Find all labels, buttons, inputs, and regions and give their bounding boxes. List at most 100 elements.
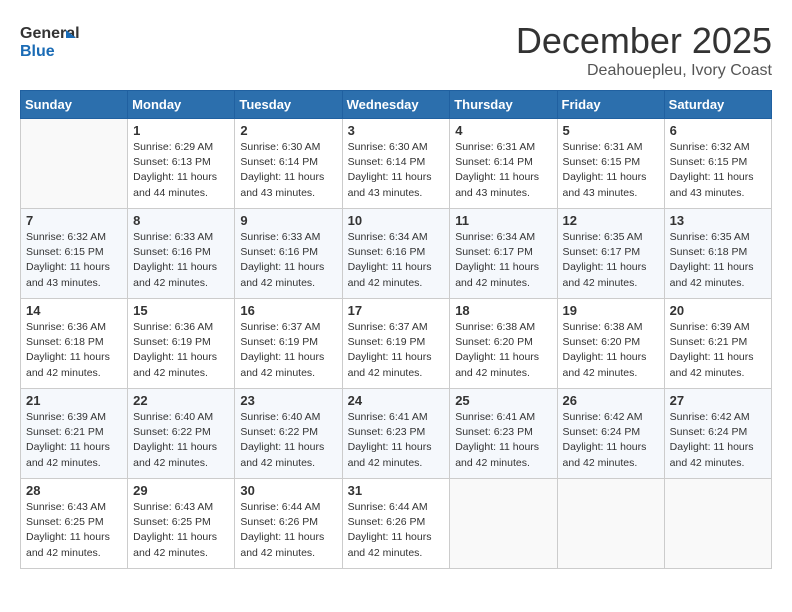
weekday-header-monday: Monday <box>128 91 235 119</box>
day-detail: Sunrise: 6:41 AMSunset: 6:23 PMDaylight:… <box>348 410 445 471</box>
calendar-cell: 12 Sunrise: 6:35 AMSunset: 6:17 PMDayligh… <box>557 209 664 299</box>
weekday-header-saturday: Saturday <box>664 91 771 119</box>
calendar-week-1: 1Sunrise: 6:29 AMSunset: 6:13 PMDaylight… <box>21 119 772 209</box>
calendar-table: SundayMondayTuesdayWednesdayThursdayFrid… <box>20 90 772 569</box>
day-number: 9 <box>240 213 336 228</box>
day-detail: Sunrise: 6:33 AMSunset: 6:16 PMDaylight:… <box>133 230 229 291</box>
calendar-cell: 30Sunrise: 6:44 AMSunset: 6:26 PMDayligh… <box>235 479 342 569</box>
day-number: 17 <box>348 303 445 318</box>
day-detail: Sunrise: 6:30 AMSunset: 6:14 PMDaylight:… <box>240 140 336 201</box>
weekday-header-tuesday: Tuesday <box>235 91 342 119</box>
day-number: 11 <box>455 213 551 228</box>
day-number: 27 <box>670 393 766 408</box>
calendar-cell: 22 Sunrise: 6:40 AMSunset: 6:22 PMDayligh… <box>128 389 235 479</box>
day-number: 5 <box>563 123 659 138</box>
calendar-cell: 20 Sunrise: 6:39 AMSunset: 6:21 PMDayligh… <box>664 299 771 389</box>
day-detail: Sunrise: 6:38 AMSunset: 6:20 PMDaylight:… <box>563 320 659 381</box>
day-detail: Sunrise: 6:37 AMSunset: 6:19 PMDaylight:… <box>240 320 336 381</box>
day-detail: Sunrise: 6:35 AMSunset: 6:18 PMDaylight:… <box>670 230 766 291</box>
calendar-cell: 8 Sunrise: 6:33 AMSunset: 6:16 PMDaylight… <box>128 209 235 299</box>
calendar-cell: 19 Sunrise: 6:38 AMSunset: 6:20 PMDayligh… <box>557 299 664 389</box>
calendar-cell: 13Sunrise: 6:35 AMSunset: 6:18 PMDayligh… <box>664 209 771 299</box>
day-detail: Sunrise: 6:39 AMSunset: 6:21 PMDaylight:… <box>670 320 766 381</box>
calendar-cell: 31 Sunrise: 6:44 AMSunset: 6:26 PMDayligh… <box>342 479 450 569</box>
logo-svg: GeneralBlue <box>20 20 80 65</box>
day-detail: Sunrise: 6:36 AMSunset: 6:18 PMDaylight:… <box>26 320 122 381</box>
day-number: 22 <box>133 393 229 408</box>
calendar-cell: 27 Sunrise: 6:42 AMSunset: 6:24 PMDayligh… <box>664 389 771 479</box>
day-detail: Sunrise: 6:39 AMSunset: 6:21 PMDaylight:… <box>26 410 122 471</box>
month-title: December 2025 <box>516 20 772 62</box>
calendar-cell: 29Sunrise: 6:43 AMSunset: 6:25 PMDayligh… <box>128 479 235 569</box>
calendar-cell <box>664 479 771 569</box>
calendar-cell <box>450 479 557 569</box>
svg-text:General: General <box>20 25 80 42</box>
weekday-header-thursday: Thursday <box>450 91 557 119</box>
svg-text:Blue: Blue <box>20 43 55 60</box>
calendar-cell: 9 Sunrise: 6:33 AMSunset: 6:16 PMDaylight… <box>235 209 342 299</box>
page-header: GeneralBlue December 2025 Deahouepleu, I… <box>20 20 772 80</box>
calendar-cell: 23Sunrise: 6:40 AMSunset: 6:22 PMDayligh… <box>235 389 342 479</box>
weekday-header-wednesday: Wednesday <box>342 91 450 119</box>
calendar-week-2: 7Sunrise: 6:32 AMSunset: 6:15 PMDaylight… <box>21 209 772 299</box>
day-detail: Sunrise: 6:44 AMSunset: 6:26 PMDaylight:… <box>240 500 336 561</box>
calendar-cell: 6 Sunrise: 6:32 AMSunset: 6:15 PMDaylight… <box>664 119 771 209</box>
day-number: 31 <box>348 483 445 498</box>
day-number: 19 <box>563 303 659 318</box>
day-number: 3 <box>348 123 445 138</box>
calendar-cell: 25 Sunrise: 6:41 AMSunset: 6:23 PMDayligh… <box>450 389 557 479</box>
calendar-cell: 4Sunrise: 6:31 AMSunset: 6:14 PMDaylight… <box>450 119 557 209</box>
day-number: 2 <box>240 123 336 138</box>
calendar-cell: 3 Sunrise: 6:30 AMSunset: 6:14 PMDaylight… <box>342 119 450 209</box>
calendar-cell: 18 Sunrise: 6:38 AMSunset: 6:20 PMDayligh… <box>450 299 557 389</box>
day-detail: Sunrise: 6:34 AMSunset: 6:17 PMDaylight:… <box>455 230 551 291</box>
day-number: 8 <box>133 213 229 228</box>
day-number: 20 <box>670 303 766 318</box>
day-number: 14 <box>26 303 122 318</box>
day-detail: Sunrise: 6:34 AMSunset: 6:16 PMDaylight:… <box>348 230 445 291</box>
day-number: 10 <box>348 213 445 228</box>
day-detail: Sunrise: 6:33 AMSunset: 6:16 PMDaylight:… <box>240 230 336 291</box>
day-detail: Sunrise: 6:31 AMSunset: 6:15 PMDaylight:… <box>563 140 659 201</box>
calendar-cell: 2 Sunrise: 6:30 AMSunset: 6:14 PMDaylight… <box>235 119 342 209</box>
day-number: 26 <box>563 393 659 408</box>
day-number: 21 <box>26 393 122 408</box>
calendar-cell: 15Sunrise: 6:36 AMSunset: 6:19 PMDayligh… <box>128 299 235 389</box>
calendar-cell: 1Sunrise: 6:29 AMSunset: 6:13 PMDaylight… <box>128 119 235 209</box>
day-number: 18 <box>455 303 551 318</box>
day-detail: Sunrise: 6:35 AMSunset: 6:17 PMDaylight:… <box>563 230 659 291</box>
calendar-cell: 28Sunrise: 6:43 AMSunset: 6:25 PMDayligh… <box>21 479 128 569</box>
logo: GeneralBlue <box>20 20 80 65</box>
day-number: 12 <box>563 213 659 228</box>
day-number: 23 <box>240 393 336 408</box>
weekday-header-sunday: Sunday <box>21 91 128 119</box>
calendar-cell: 10 Sunrise: 6:34 AMSunset: 6:16 PMDayligh… <box>342 209 450 299</box>
calendar-week-4: 21 Sunrise: 6:39 AMSunset: 6:21 PMDayligh… <box>21 389 772 479</box>
location: Deahouepleu, Ivory Coast <box>516 62 772 80</box>
calendar-cell: 21 Sunrise: 6:39 AMSunset: 6:21 PMDayligh… <box>21 389 128 479</box>
day-number: 24 <box>348 393 445 408</box>
day-detail: Sunrise: 6:29 AMSunset: 6:13 PMDaylight:… <box>133 140 229 201</box>
day-detail: Sunrise: 6:40 AMSunset: 6:22 PMDaylight:… <box>133 410 229 471</box>
day-number: 7 <box>26 213 122 228</box>
day-number: 16 <box>240 303 336 318</box>
calendar-week-3: 14 Sunrise: 6:36 AMSunset: 6:18 PMDayligh… <box>21 299 772 389</box>
day-detail: Sunrise: 6:41 AMSunset: 6:23 PMDaylight:… <box>455 410 551 471</box>
day-detail: Sunrise: 6:38 AMSunset: 6:20 PMDaylight:… <box>455 320 551 381</box>
day-detail: Sunrise: 6:42 AMSunset: 6:24 PMDaylight:… <box>563 410 659 471</box>
calendar-cell: 24 Sunrise: 6:41 AMSunset: 6:23 PMDayligh… <box>342 389 450 479</box>
day-number: 6 <box>670 123 766 138</box>
day-detail: Sunrise: 6:32 AMSunset: 6:15 PMDaylight:… <box>670 140 766 201</box>
day-detail: Sunrise: 6:44 AMSunset: 6:26 PMDaylight:… <box>348 500 445 561</box>
day-number: 15 <box>133 303 229 318</box>
title-block: December 2025 Deahouepleu, Ivory Coast <box>516 20 772 80</box>
day-number: 4 <box>455 123 551 138</box>
day-number: 25 <box>455 393 551 408</box>
calendar-cell: 5 Sunrise: 6:31 AMSunset: 6:15 PMDaylight… <box>557 119 664 209</box>
day-detail: Sunrise: 6:30 AMSunset: 6:14 PMDaylight:… <box>348 140 445 201</box>
calendar-cell: 11 Sunrise: 6:34 AMSunset: 6:17 PMDayligh… <box>450 209 557 299</box>
day-detail: Sunrise: 6:42 AMSunset: 6:24 PMDaylight:… <box>670 410 766 471</box>
day-detail: Sunrise: 6:43 AMSunset: 6:25 PMDaylight:… <box>26 500 122 561</box>
weekday-header-row: SundayMondayTuesdayWednesdayThursdayFrid… <box>21 91 772 119</box>
calendar-cell <box>21 119 128 209</box>
